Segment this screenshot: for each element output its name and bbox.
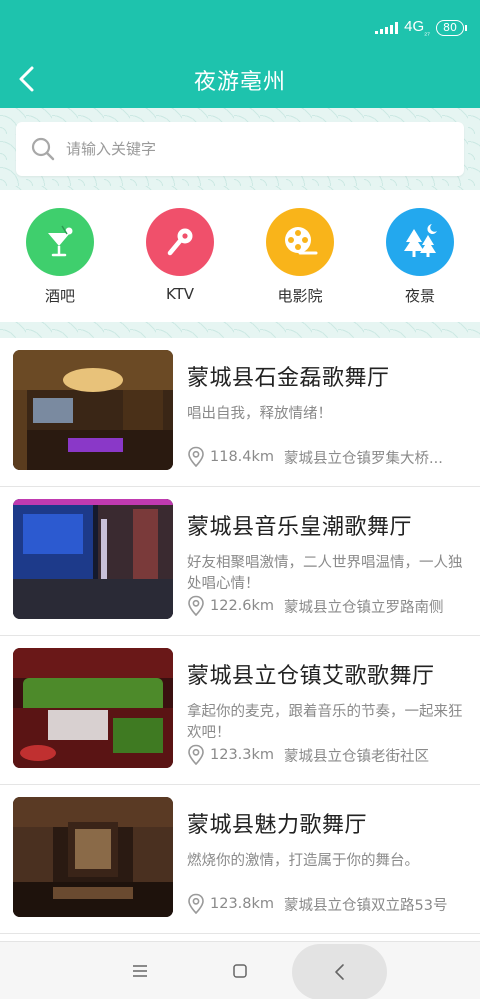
location-pin-icon xyxy=(188,893,204,915)
battery-indicator: 80 xyxy=(436,19,467,36)
category-grid: 酒吧 KTV 电影院 夜景 xyxy=(0,190,480,322)
list-item[interactable]: 蒙城县魅力歌舞厅 燃烧你的激情，打造属于你的舞台。 123.8km 蒙城县立仓镇… xyxy=(0,785,480,934)
status-bar: 4G₂₇ 80 xyxy=(375,18,467,37)
search-input[interactable] xyxy=(66,122,446,176)
night-trees-icon xyxy=(386,208,454,276)
category-label: 酒吧 xyxy=(44,287,75,305)
list-item[interactable]: 蒙城县石金磊歌舞厅 唱出自我，释放情绪！ 118.4km 蒙城县立仓镇罗集大桥.… xyxy=(0,338,480,487)
venue-location: 118.4km 蒙城县立仓镇罗集大桥... xyxy=(187,446,443,468)
signal-icon xyxy=(375,21,399,34)
venue-desc: 拿起你的麦克，跟着音乐的节奏，一起来狂欢吧！ xyxy=(187,704,463,741)
venue-photo xyxy=(13,797,173,917)
venue-address: 蒙城县立仓镇老街社区 xyxy=(284,748,430,765)
venue-photo xyxy=(13,499,173,619)
list-item[interactable]: 蒙城县音乐皇潮歌舞厅 好友相聚唱激情，二人世界唱温情，一人独处唱心情！ 122.… xyxy=(0,487,480,636)
list-item[interactable]: 蒙城县立仓镇艾歌歌舞厅 拿起你的麦克，跟着音乐的节奏，一起来狂欢吧！ 123.3… xyxy=(0,636,480,785)
page-title: 夜游亳州 xyxy=(193,70,286,95)
back-chevron-icon xyxy=(335,964,344,980)
venue-photo xyxy=(13,350,173,470)
venue-distance: 118.4km xyxy=(210,449,275,465)
search-icon xyxy=(31,137,55,161)
category-label: KTV xyxy=(165,285,195,303)
menu-icon xyxy=(133,965,147,977)
category-label: 电影院 xyxy=(277,287,323,305)
section-divider xyxy=(0,322,480,338)
venue-desc: 好友相聚唱激情，二人世界唱温情，一人独处唱心情！ xyxy=(187,555,463,592)
venue-name: 蒙城县立仓镇艾歌歌舞厅 xyxy=(187,664,435,689)
category-cinema[interactable]: 电影院 xyxy=(250,208,350,306)
category-bar[interactable]: 酒吧 xyxy=(10,208,110,306)
venue-location: 123.3km 蒙城县立仓镇老街社区 xyxy=(187,744,429,766)
venue-name: 蒙城县音乐皇潮歌舞厅 xyxy=(187,515,413,540)
venue-distance: 122.6km xyxy=(210,598,275,614)
venue-address: 蒙城县立仓镇罗集大桥... xyxy=(284,450,443,467)
network-type: 4G₂₇ xyxy=(404,18,430,37)
microphone-icon xyxy=(146,208,214,276)
back-nav-button[interactable] xyxy=(292,944,387,999)
venue-address: 蒙城县立仓镇立罗路南侧 xyxy=(284,599,444,616)
app-header: 4G₂₇ 80 夜游亳州 xyxy=(0,0,480,108)
venue-address: 蒙城县立仓镇双立路53号 xyxy=(284,897,448,914)
nav-bar: 夜游亳州 xyxy=(0,50,480,108)
venue-photo xyxy=(13,648,173,768)
venue-location: 123.8km 蒙城县立仓镇双立路53号 xyxy=(187,893,448,915)
location-pin-icon xyxy=(188,744,204,766)
venue-distance: 123.3km xyxy=(210,747,275,763)
venue-desc: 唱出自我，释放情绪！ xyxy=(187,406,332,422)
venue-desc: 燃烧你的激情，打造属于你的舞台。 xyxy=(187,853,419,869)
home-square-icon xyxy=(233,964,247,978)
venue-location: 122.6km 蒙城县立仓镇立罗路南侧 xyxy=(187,595,444,617)
location-pin-icon xyxy=(188,446,204,468)
menu-button[interactable] xyxy=(120,942,160,999)
venue-name: 蒙城县石金磊歌舞厅 xyxy=(187,366,390,391)
category-ktv[interactable]: KTV xyxy=(130,208,230,303)
category-label: 夜景 xyxy=(404,287,435,305)
cocktail-icon xyxy=(26,208,94,276)
venue-list: 蒙城县石金磊歌舞厅 唱出自我，释放情绪！ 118.4km 蒙城县立仓镇罗集大桥.… xyxy=(0,338,480,934)
location-pin-icon xyxy=(188,595,204,617)
venue-name: 蒙城县魅力歌舞厅 xyxy=(187,813,368,838)
venue-distance: 123.8km xyxy=(210,896,275,912)
category-nightscape[interactable]: 夜景 xyxy=(370,208,470,306)
film-reel-icon xyxy=(266,208,334,276)
home-button[interactable] xyxy=(220,942,260,999)
search-box[interactable] xyxy=(16,122,464,176)
system-nav-bar xyxy=(0,941,480,999)
search-band xyxy=(0,108,480,190)
